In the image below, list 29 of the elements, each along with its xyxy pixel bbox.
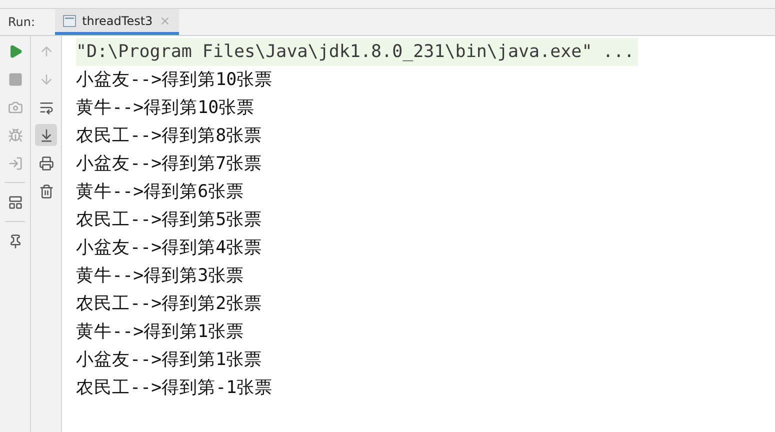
camera-icon[interactable] bbox=[8, 100, 22, 114]
wrap-icon bbox=[38, 100, 54, 114]
console-line: 小盆友-->得到第4张票 bbox=[76, 237, 262, 260]
console-icon bbox=[63, 14, 76, 26]
console-line: 农民工-->得到第5张票 bbox=[76, 209, 262, 232]
printer-icon bbox=[38, 156, 54, 170]
console-tab[interactable]: threadTest3 bbox=[55, 9, 179, 35]
down-arrow-icon bbox=[38, 72, 54, 86]
console-line: 农民工-->得到第8张票 bbox=[76, 125, 262, 148]
trash-icon bbox=[38, 184, 54, 198]
scroll-to-end-button[interactable] bbox=[35, 124, 57, 146]
console-line: 农民工-->得到第-1张票 bbox=[76, 377, 273, 400]
console-line: 农民工-->得到第2张票 bbox=[76, 293, 262, 316]
console-line: 小盆友-->得到第7张票 bbox=[76, 153, 262, 176]
console-line: 小盆友-->得到第1张票 bbox=[76, 349, 262, 372]
stop-icon[interactable] bbox=[8, 72, 22, 86]
console-line: 黄牛-->得到第10张票 bbox=[76, 97, 255, 120]
scroll-to-end-icon bbox=[38, 128, 54, 142]
console-line: 黄牛-->得到第3张票 bbox=[76, 265, 244, 288]
console-line: 黄牛-->得到第1张票 bbox=[76, 321, 244, 344]
enter-icon[interactable] bbox=[8, 156, 22, 170]
run-icon[interactable] bbox=[8, 44, 22, 58]
bug-icon[interactable] bbox=[8, 128, 22, 142]
run-label: Run: bbox=[8, 15, 36, 29]
close-icon[interactable] bbox=[158, 14, 171, 26]
console-line: 黄牛-->得到第6张票 bbox=[76, 181, 244, 204]
pin-icon[interactable] bbox=[8, 234, 22, 248]
console-line: 小盆友-->得到第10张票 bbox=[76, 69, 273, 92]
layout-icon[interactable] bbox=[8, 194, 22, 210]
